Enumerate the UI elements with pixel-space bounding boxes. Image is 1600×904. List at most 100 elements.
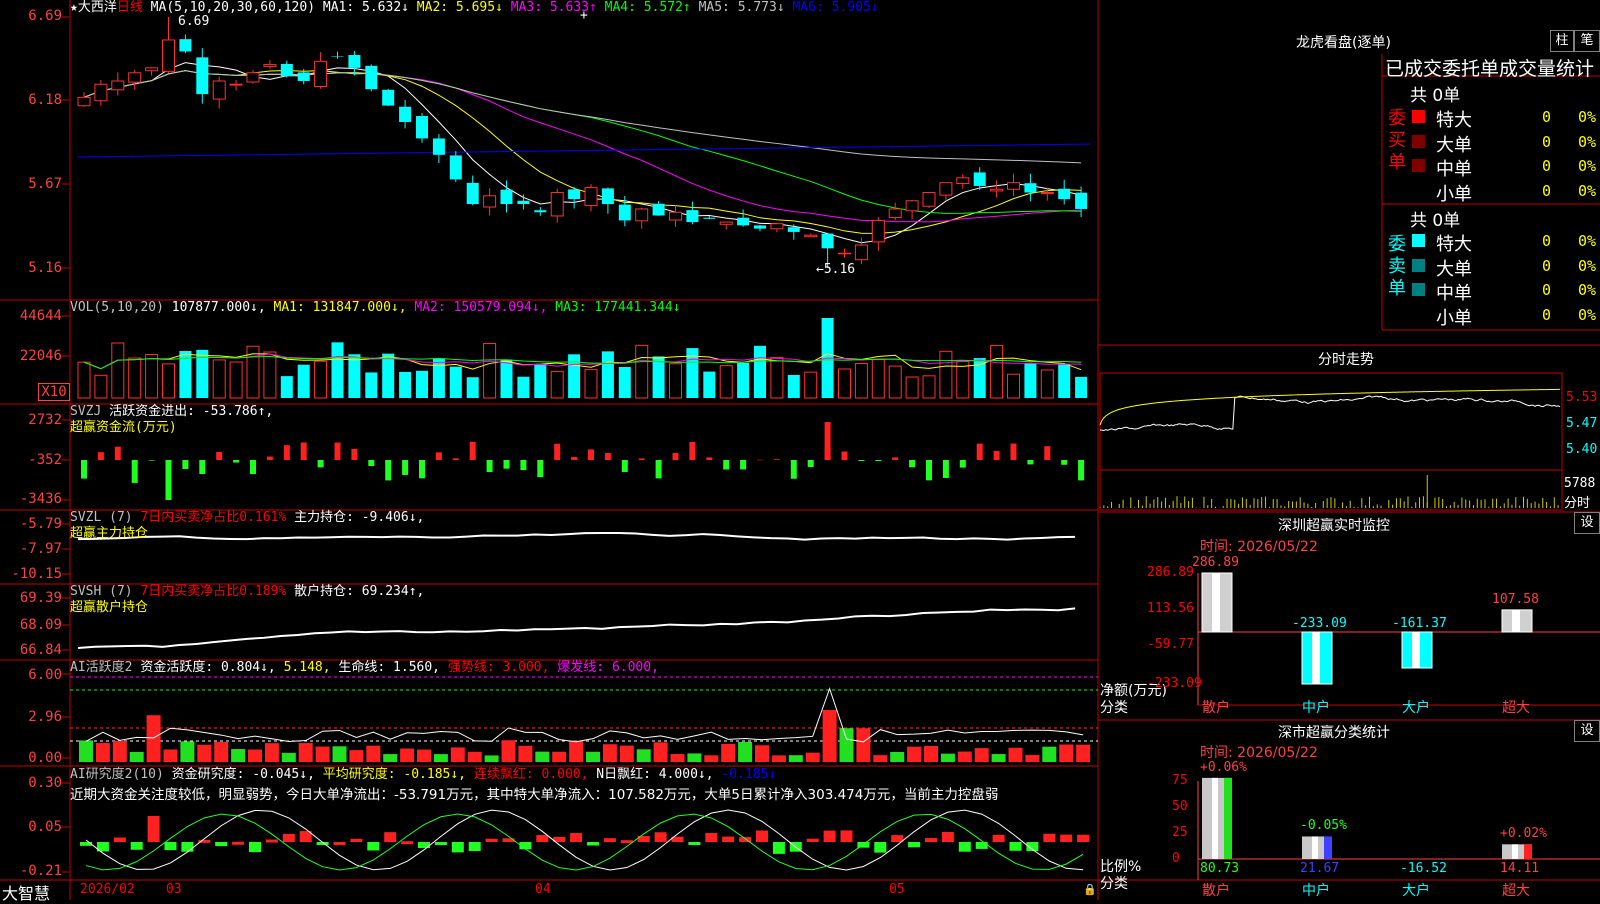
activity-bar bbox=[721, 743, 736, 762]
svzj-header: SVZJ 活跃资金进出: -53.786↑, bbox=[70, 404, 273, 420]
lock-icon[interactable]: 🔒 bbox=[1083, 882, 1097, 898]
research-bar bbox=[451, 842, 464, 853]
brand-label: 大智慧 bbox=[2, 884, 51, 903]
buy-swatch bbox=[1412, 110, 1425, 123]
activity-bar bbox=[653, 742, 668, 762]
svzl-ratio: 7日内买卖净占比0.161% bbox=[140, 510, 287, 525]
fund-flow-bar bbox=[621, 460, 628, 473]
class-bar-highlight bbox=[1312, 836, 1318, 859]
fund-flow-bar bbox=[81, 460, 87, 479]
svsh-hold: 散户持仓: 69.234↑, bbox=[294, 584, 425, 599]
main-ytick-1: 6.69 bbox=[28, 8, 62, 24]
sell-row-percent: 0% bbox=[1578, 232, 1597, 250]
candle bbox=[703, 217, 716, 219]
monitor-category-label: 中户 bbox=[1302, 700, 1330, 716]
research-bar bbox=[874, 842, 887, 853]
activity-bar bbox=[619, 745, 634, 762]
class-ytick: 50 bbox=[1172, 799, 1188, 814]
volume-bar bbox=[584, 369, 598, 399]
monitor-category-label: 超大 bbox=[1502, 700, 1530, 716]
activity-bar bbox=[281, 752, 296, 762]
activity-bar bbox=[146, 715, 161, 762]
buy-row-percent: 0% bbox=[1578, 157, 1597, 175]
activity-bar bbox=[1042, 746, 1057, 762]
retail-line bbox=[77, 607, 1076, 650]
research-bar bbox=[1043, 833, 1056, 842]
activity-bar bbox=[417, 749, 431, 762]
fund-flow-bar bbox=[824, 422, 831, 460]
candle bbox=[838, 252, 851, 255]
volume-bar bbox=[466, 377, 479, 398]
fund-flow-bar bbox=[419, 460, 425, 479]
volume-bar bbox=[314, 360, 328, 399]
fund-flow-bar bbox=[588, 449, 594, 460]
fund-flow-bar bbox=[199, 460, 206, 475]
fund-flow-bar bbox=[537, 460, 544, 478]
stock-name[interactable]: ★大西洋 bbox=[70, 0, 117, 15]
fund-flow-bar bbox=[503, 460, 510, 469]
activity-bar bbox=[552, 751, 567, 762]
svsh-header: SVSH (7) 7日内买卖净占比0.189% 散户持仓: 69.234↑, bbox=[70, 584, 424, 600]
fund-flow-bar bbox=[351, 448, 358, 460]
volume-bar bbox=[905, 376, 919, 399]
sell-row-name: 中单 bbox=[1436, 283, 1472, 304]
volume-bar bbox=[483, 342, 497, 399]
volume-bar bbox=[635, 344, 649, 399]
activity-bar bbox=[670, 754, 685, 762]
research-bar bbox=[181, 842, 194, 852]
period-label[interactable]: 日线 bbox=[117, 0, 143, 15]
vol-ytick-1: 44644 bbox=[19, 308, 62, 324]
activity-bar bbox=[569, 740, 584, 762]
research-bar bbox=[891, 835, 904, 842]
fund-flow-bar bbox=[182, 460, 189, 470]
activity-bar bbox=[315, 746, 330, 762]
fund-flow-bar bbox=[452, 458, 459, 460]
candle bbox=[128, 72, 142, 83]
activity-bar bbox=[79, 740, 93, 762]
intraday-ytick-1: 5.53 bbox=[1566, 390, 1598, 405]
candle bbox=[601, 188, 614, 205]
sz-monitor-time: 时间: 2026/05/22 bbox=[1200, 539, 1318, 555]
fund-flow-bar bbox=[942, 460, 949, 478]
candle bbox=[990, 188, 1004, 192]
candle bbox=[737, 217, 750, 226]
candle bbox=[162, 39, 175, 72]
ai2-val4: N日飘红: 4.000↓, bbox=[596, 767, 714, 782]
fund-flow-bar bbox=[131, 460, 138, 483]
volume-bar bbox=[348, 354, 361, 398]
volume-bar bbox=[838, 368, 851, 399]
vol-title: VOL(5,10,20) bbox=[70, 300, 164, 315]
monitor-bar-highlight bbox=[1212, 573, 1220, 632]
volume-bar bbox=[229, 361, 243, 399]
candle bbox=[1058, 188, 1071, 200]
fund-flow-bar bbox=[604, 453, 611, 460]
class-bar-accent bbox=[1324, 836, 1332, 859]
svzl-ytick-2: -7.97 bbox=[19, 541, 62, 557]
candle bbox=[1075, 192, 1088, 209]
tick-mode-button[interactable]: 笔 bbox=[1574, 30, 1600, 52]
volume-bar bbox=[1040, 369, 1054, 399]
volume-bar bbox=[145, 354, 159, 399]
activity-bar bbox=[839, 728, 854, 762]
research-bar bbox=[367, 842, 380, 851]
sz-class-settings-button[interactable]: 设 bbox=[1574, 720, 1600, 742]
monitor-bar-label: 107.58 bbox=[1492, 591, 1539, 607]
fund-flow-bar bbox=[672, 453, 679, 460]
research-bar bbox=[502, 838, 515, 842]
buy-row-percent: 0% bbox=[1578, 132, 1597, 151]
activity-bar bbox=[231, 749, 246, 762]
ai2-val3: 连续飘红: 0.000, bbox=[473, 767, 589, 782]
ai1-val1: 资金活跃度: 0.804↓, bbox=[140, 660, 276, 675]
class-bar-accent bbox=[1224, 777, 1232, 859]
monitor-bar-label: -161.37 bbox=[1392, 616, 1447, 631]
bar-mode-button[interactable]: 柱 bbox=[1550, 30, 1574, 52]
svsh-ytick-2: 68.09 bbox=[19, 617, 62, 633]
research-bar bbox=[603, 838, 616, 842]
candle bbox=[314, 60, 328, 87]
volume-bar bbox=[754, 345, 766, 398]
class-change-label: -0.05% bbox=[1300, 818, 1347, 834]
research-bar bbox=[282, 833, 295, 842]
sz-monitor-settings-button[interactable]: 设 bbox=[1574, 512, 1600, 534]
volume-bar bbox=[534, 363, 547, 398]
fund-flow-bar bbox=[571, 456, 578, 460]
